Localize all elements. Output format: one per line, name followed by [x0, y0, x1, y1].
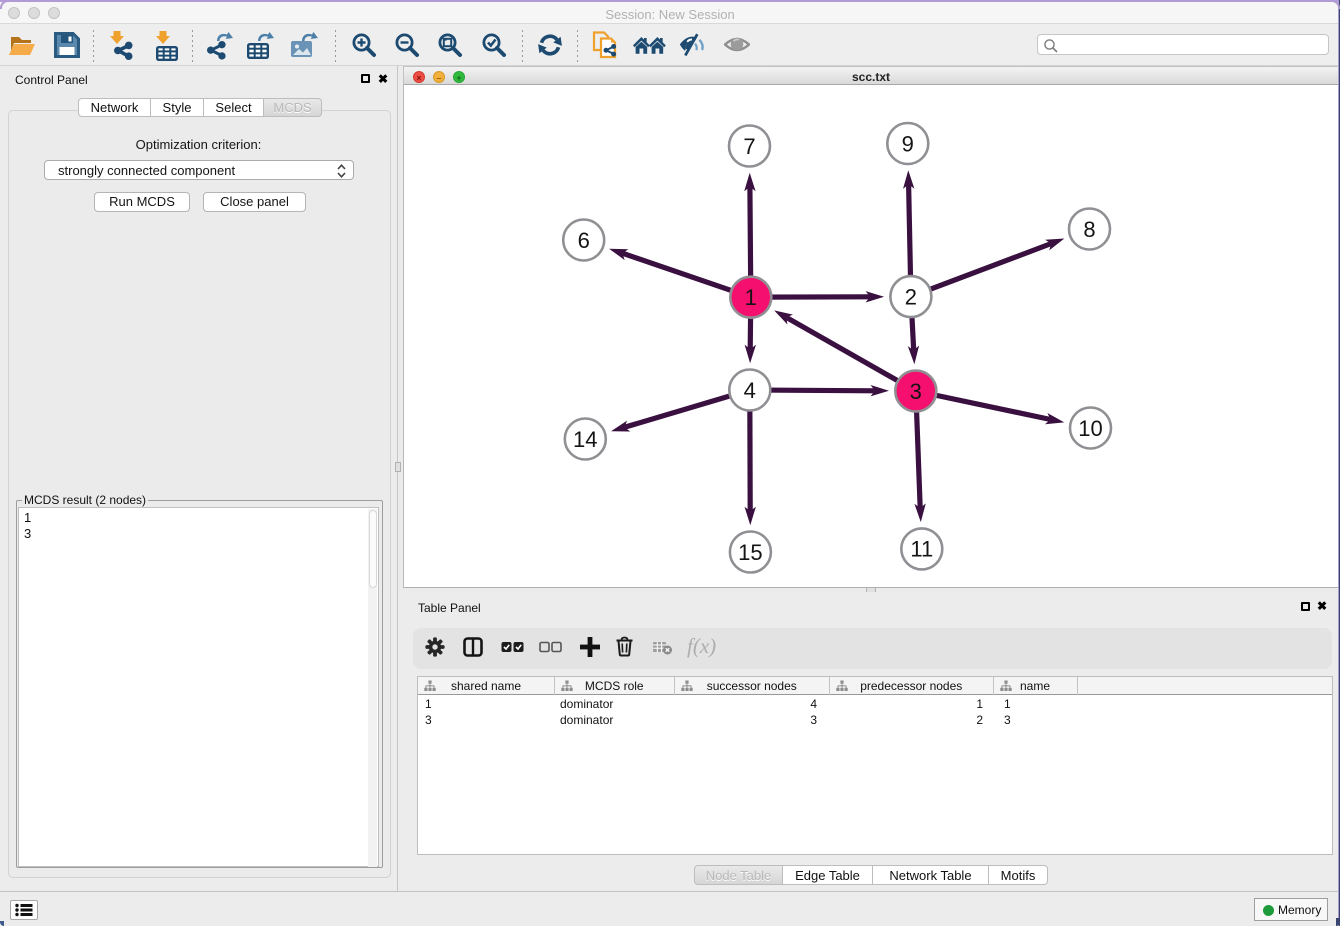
svg-text:7: 7 [743, 134, 755, 159]
svg-text:10: 10 [1078, 416, 1102, 441]
svg-text:14: 14 [573, 427, 597, 452]
svg-text:1: 1 [745, 285, 757, 310]
svg-text:3: 3 [910, 379, 922, 404]
svg-text:8: 8 [1083, 217, 1095, 242]
svg-text:11: 11 [910, 537, 933, 562]
svg-text:6: 6 [578, 228, 590, 253]
svg-text:4: 4 [744, 378, 756, 403]
svg-text:9: 9 [902, 131, 914, 156]
svg-text:15: 15 [738, 540, 762, 565]
svg-text:2: 2 [905, 284, 917, 309]
